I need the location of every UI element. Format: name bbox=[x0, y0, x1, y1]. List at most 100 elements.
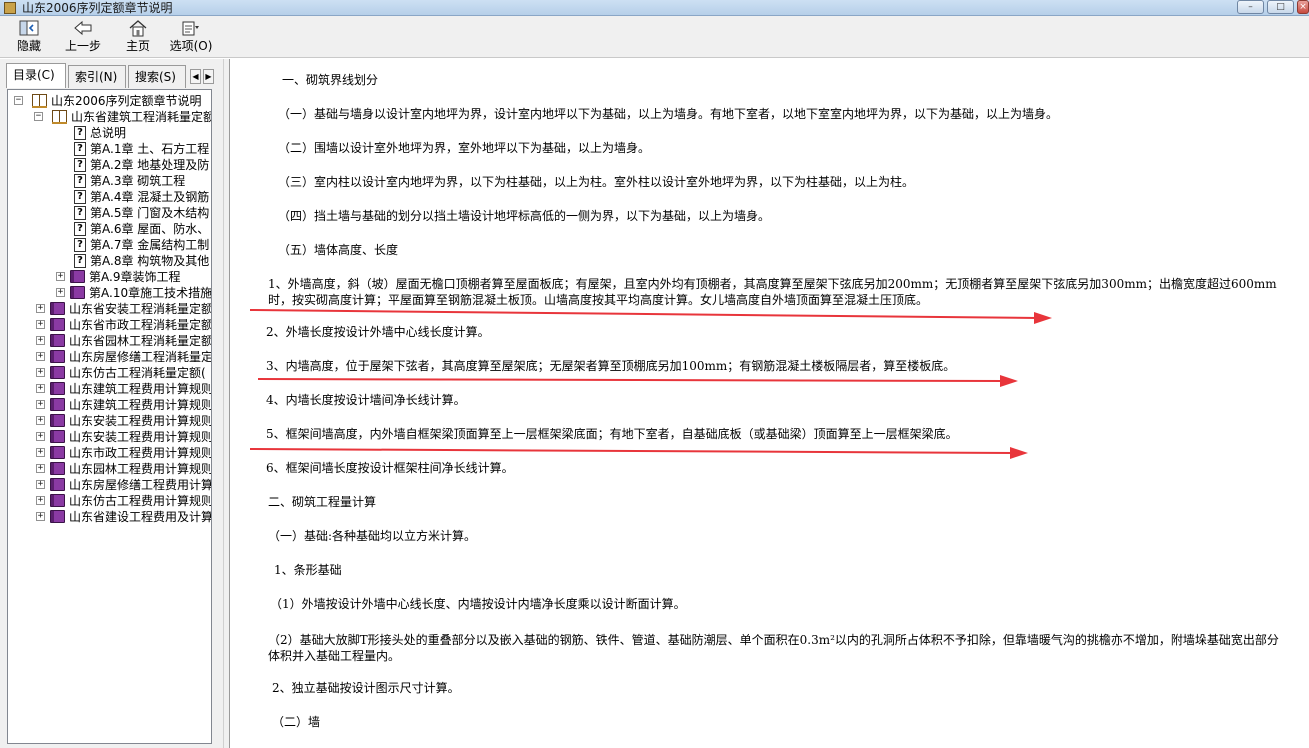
tree-topic[interactable]: ? 第A.8章 构筑物及其他 bbox=[8, 253, 211, 269]
content-paragraph: （2）基础大放脚T形接头处的重叠部分以及嵌入基础的钢筋、铁件、管道、基础防潮层、… bbox=[268, 633, 1279, 663]
tree-book[interactable]: + 山东省安装工程消耗量定额 bbox=[8, 301, 212, 317]
collapse-icon[interactable]: − bbox=[34, 112, 43, 121]
tree-book[interactable]: + 山东省市政工程消耗量定额 bbox=[8, 317, 211, 333]
expand-icon[interactable]: + bbox=[36, 368, 45, 377]
closed-book-icon bbox=[50, 302, 65, 315]
tree-topic[interactable]: ? 第A.4章 混凝土及钢筋 bbox=[8, 189, 211, 205]
topic-content: 一、砌筑界线划分 （一）基础与墙身以设计室内地坪为界，设计室内地坪以下为基础，以上… bbox=[230, 59, 1309, 748]
tree-item-label: 山东建筑工程费用计算规则 bbox=[69, 398, 212, 412]
tree-group-building[interactable]: − 山东省建筑工程消耗量定额 bbox=[8, 109, 211, 125]
tree-item-label: 第A.6章 屋面、防水、 bbox=[90, 222, 210, 236]
tree-topic[interactable]: ? 第A.7章 金属结构工制 bbox=[8, 237, 211, 253]
tree-book[interactable]: + 山东安装工程费用计算规则 bbox=[8, 413, 211, 429]
tree-book[interactable]: + 山东建筑工程费用计算规则 bbox=[8, 397, 212, 413]
tree-book[interactable]: + 山东建筑工程费用计算规则 bbox=[8, 381, 211, 397]
content-paragraph: 二、砌筑工程量计算 bbox=[268, 495, 377, 509]
tree-topic[interactable]: ? 总说明 bbox=[8, 125, 211, 141]
pane-splitter[interactable] bbox=[223, 59, 230, 748]
expand-icon[interactable]: + bbox=[36, 512, 45, 521]
back-label: 上一步 bbox=[64, 39, 101, 53]
tree-item-label: 山东省园林工程消耗量定额 bbox=[69, 334, 212, 348]
annotation-arrow bbox=[249, 448, 1015, 454]
tree-item-label: 第A.9章装饰工程 bbox=[89, 270, 181, 284]
back-arrow-icon bbox=[60, 19, 106, 39]
expand-icon[interactable]: + bbox=[36, 352, 45, 361]
home-button[interactable]: 主页 bbox=[115, 19, 161, 57]
tree-topic[interactable]: ? 第A.2章 地基处理及防 bbox=[8, 157, 211, 173]
tree-book[interactable]: + 山东园林工程费用计算规则 bbox=[8, 461, 211, 477]
tree-item-label: 山东市政工程费用计算规则 bbox=[69, 446, 212, 460]
tab-index[interactable]: 索引(N) bbox=[68, 65, 126, 88]
content-paragraph: 1、外墙高度，斜（坡）屋面无檐口顶棚者算至屋面板底；有屋架，且室内外均有顶棚者，… bbox=[268, 277, 1277, 307]
expand-icon[interactable]: + bbox=[36, 496, 45, 505]
content-paragraph: （五）墙体高度、长度 bbox=[278, 243, 399, 257]
help-topic-icon: ? bbox=[74, 142, 86, 156]
minimize-button[interactable]: – bbox=[1237, 0, 1264, 14]
expand-icon[interactable]: + bbox=[36, 432, 45, 441]
tree-item-label: 山东安装工程费用计算规则 bbox=[69, 430, 212, 444]
expand-icon[interactable]: + bbox=[56, 288, 65, 297]
tree-book[interactable]: + 山东房屋修缮工程费用计算 bbox=[8, 477, 212, 493]
tree-item-label: 山东房屋修缮工程费用计算 bbox=[69, 478, 212, 492]
tree-topic[interactable]: ? 第A.3章 砌筑工程 bbox=[8, 173, 211, 189]
tree-book[interactable]: + 山东省建设工程费用及计算 bbox=[8, 509, 212, 525]
expand-icon[interactable]: + bbox=[36, 448, 45, 457]
maximize-button[interactable]: □ bbox=[1267, 0, 1294, 14]
closed-book-icon bbox=[50, 318, 65, 331]
tree-topic[interactable]: ? 第A.5章 门窗及木结构 bbox=[8, 205, 211, 221]
tree-chapter[interactable]: + 第A.9章装饰工程 bbox=[8, 269, 211, 285]
tab-scroll-left-icon[interactable]: ◀ bbox=[190, 69, 201, 84]
closed-book-icon bbox=[50, 446, 65, 459]
collapse-icon[interactable]: − bbox=[14, 96, 23, 105]
closed-book-icon bbox=[50, 414, 65, 427]
hide-label: 隐藏 bbox=[16, 39, 41, 53]
expand-icon[interactable]: + bbox=[36, 320, 45, 329]
tree-book[interactable]: + 山东安装工程费用计算规则 bbox=[8, 429, 212, 445]
expand-icon[interactable]: + bbox=[56, 272, 65, 281]
options-label: 选项(O) bbox=[169, 39, 213, 53]
content-paragraph: （四）挡土墙与基础的划分以挡土墙设计地坪标高低的一侧为界，以下为基础，以上为墙身… bbox=[278, 209, 771, 223]
contents-tree: − 山东2006序列定额章节说明 − 山东省建筑工程消耗量定额? 总说明? 第A.1章 土… bbox=[7, 89, 212, 744]
expand-icon[interactable]: + bbox=[36, 336, 45, 345]
annotation-arrowhead bbox=[1010, 447, 1028, 459]
tree-item-label: 山东省建设工程费用及计算 bbox=[69, 510, 212, 524]
hide-button[interactable]: 隐藏 bbox=[6, 19, 52, 57]
expand-icon[interactable]: + bbox=[36, 416, 45, 425]
content-paragraph: 2、外墙长度按设计外墙中心线长度计算。 bbox=[266, 325, 490, 339]
expand-icon[interactable]: + bbox=[36, 480, 45, 489]
closed-book-icon bbox=[70, 286, 85, 299]
tab-scroll-right-icon[interactable]: ▶ bbox=[203, 69, 214, 84]
close-button[interactable]: × bbox=[1297, 0, 1309, 14]
help-topic-icon: ? bbox=[74, 126, 86, 140]
tree-topic[interactable]: ? 第A.6章 屋面、防水、 bbox=[8, 221, 211, 237]
expand-icon[interactable]: + bbox=[36, 464, 45, 473]
tree-book[interactable]: + 山东市政工程费用计算规则 bbox=[8, 445, 212, 461]
tree-topic[interactable]: ? 第A.1章 土、石方工程 bbox=[8, 141, 211, 157]
tree-book[interactable]: + 山东省园林工程消耗量定额 bbox=[8, 333, 212, 349]
content-paragraph: （一）基础:各种基础均以立方米计算。 bbox=[268, 529, 477, 543]
tab-search[interactable]: 搜索(S) bbox=[128, 65, 186, 88]
expand-icon[interactable]: + bbox=[36, 384, 45, 393]
tree-item-label: 第A.8章 构筑物及其他 bbox=[90, 254, 210, 268]
tree-root[interactable]: − 山东2006序列定额章节说明 bbox=[8, 93, 211, 109]
expand-icon[interactable]: + bbox=[36, 304, 45, 313]
back-button[interactable]: 上一步 bbox=[60, 19, 106, 57]
options-button[interactable]: 选项(O) bbox=[168, 19, 214, 57]
closed-book-icon bbox=[50, 382, 65, 395]
tab-contents[interactable]: 目录(C) bbox=[6, 63, 66, 88]
annotation-arrowhead bbox=[1000, 375, 1018, 387]
tree-item-label: 第A.3章 砌筑工程 bbox=[90, 174, 186, 188]
navigation-pane: 目录(C) 索引(N) 搜索(S) ◀ ▶ − 山东2006序列定额章节说明 − 山东… bbox=[0, 59, 223, 748]
expand-icon[interactable]: + bbox=[36, 400, 45, 409]
help-topic-icon: ? bbox=[74, 222, 86, 236]
tree-item-label: 山东仿古工程费用计算规则 bbox=[69, 494, 212, 508]
tree-chapter[interactable]: + 第A.10章施工技术措施 bbox=[8, 285, 211, 301]
tree-item-label: 山东省安装工程消耗量定额 bbox=[69, 302, 212, 316]
closed-book-icon bbox=[70, 270, 85, 283]
options-icon bbox=[168, 19, 214, 39]
tree-book[interactable]: + 山东房屋修缮工程消耗量定 bbox=[8, 349, 211, 365]
tree-book[interactable]: + 山东仿古工程消耗量定额( bbox=[8, 365, 211, 381]
tree-book[interactable]: + 山东仿古工程费用计算规则 bbox=[8, 493, 212, 509]
closed-book-icon bbox=[50, 462, 65, 475]
closed-book-icon bbox=[50, 366, 65, 379]
